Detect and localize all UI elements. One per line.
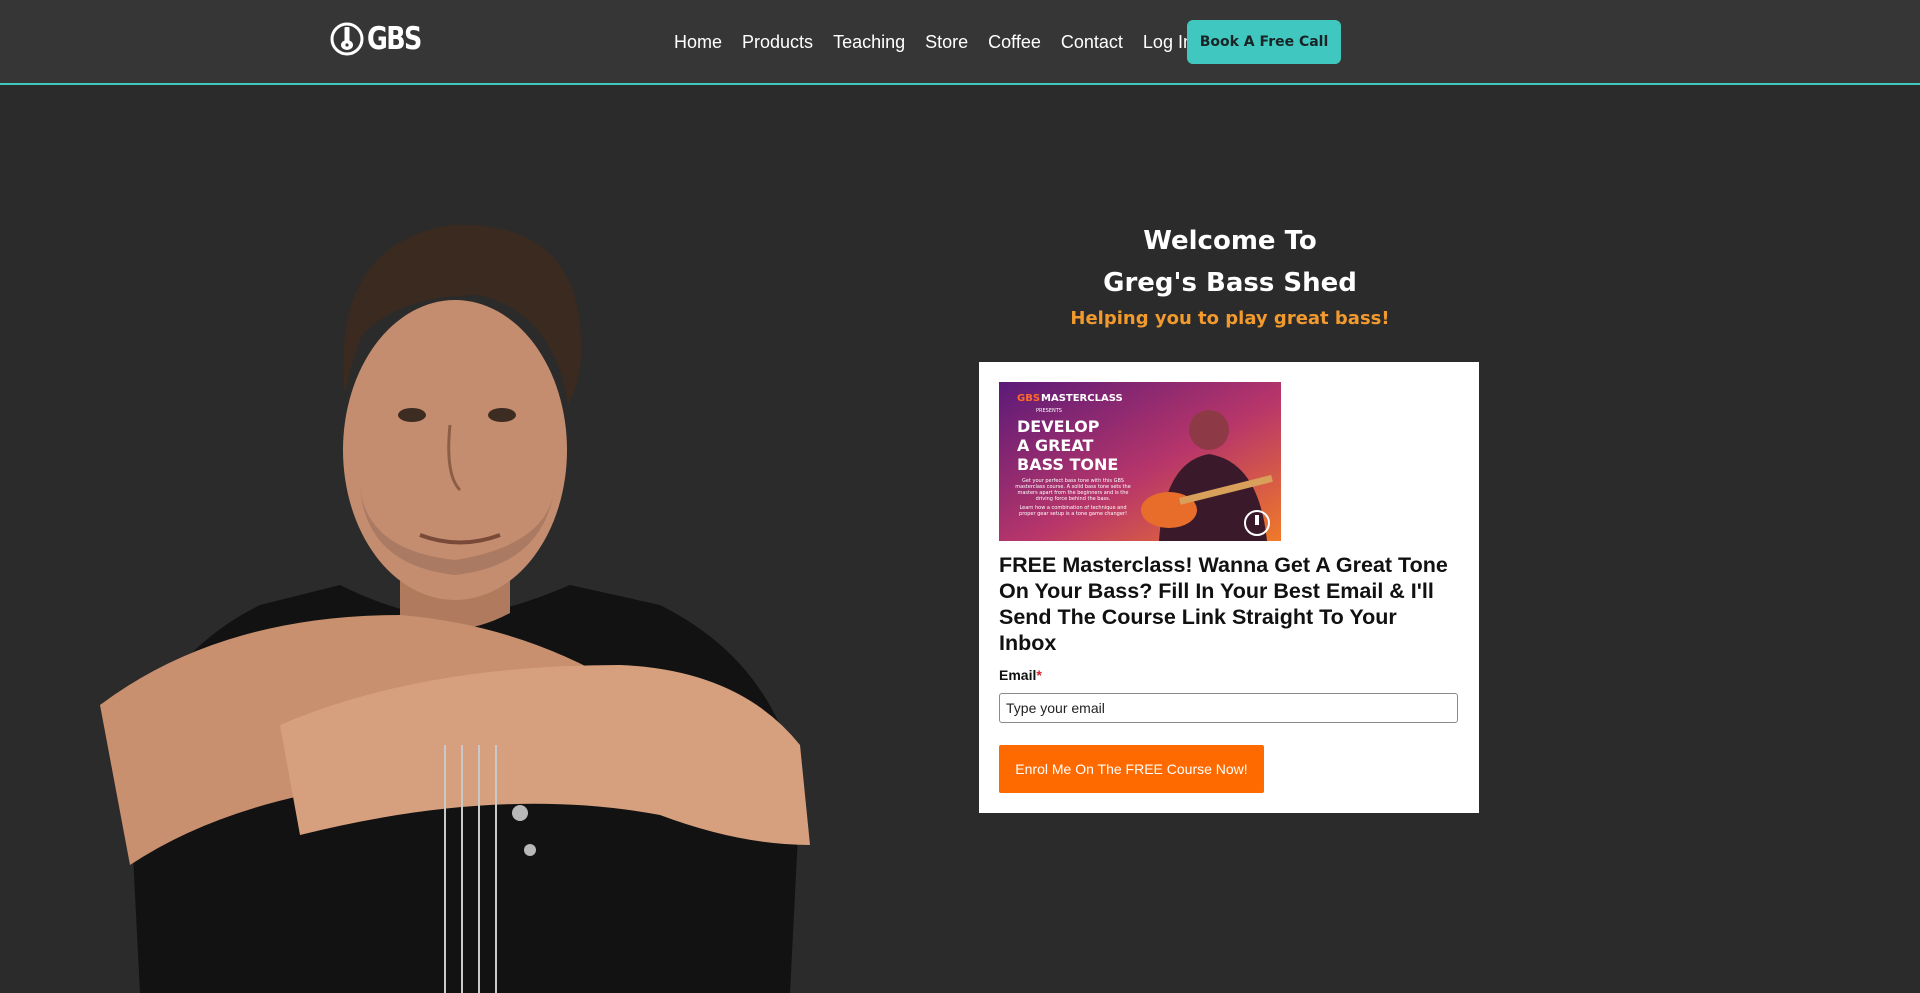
promo-headline-3: BASS TONE bbox=[1017, 455, 1118, 474]
enrol-button[interactable]: Enrol Me On The FREE Course Now! bbox=[999, 745, 1264, 793]
book-call-button[interactable]: Book A Free Call bbox=[1187, 20, 1341, 64]
nav-teaching[interactable]: Teaching bbox=[823, 29, 915, 55]
gbs-logo-icon bbox=[330, 22, 364, 56]
promo-headline-1: DEVELOP bbox=[1017, 417, 1100, 436]
site-header: GBS Home Products Teaching Store Coffee … bbox=[0, 0, 1920, 85]
logo-text: GBS bbox=[367, 21, 422, 57]
promo-headline-2: A GREAT bbox=[1017, 436, 1093, 455]
nav-contact[interactable]: Contact bbox=[1051, 29, 1133, 55]
nav-coffee[interactable]: Coffee bbox=[978, 29, 1051, 55]
signup-form-card: GBS MASTERCLASS PRESENTS DEVELOP A GREAT… bbox=[979, 362, 1479, 813]
email-label: Email* bbox=[999, 667, 1042, 683]
masterclass-promo-image: GBS MASTERCLASS PRESENTS DEVELOP A GREAT… bbox=[999, 382, 1281, 541]
required-asterisk: * bbox=[1036, 667, 1042, 683]
portrait-image bbox=[100, 224, 810, 993]
hero-section: Welcome To Greg's Bass Shed Helping you … bbox=[980, 220, 1480, 329]
form-heading: FREE Masterclass! Wanna Get A Great Tone… bbox=[999, 553, 1448, 655]
promo-brand-gbs: GBS bbox=[1017, 393, 1040, 404]
email-label-text: Email bbox=[999, 667, 1037, 683]
hero-title-line2: Greg's Bass Shed bbox=[1103, 268, 1357, 298]
email-field[interactable] bbox=[999, 693, 1458, 723]
promo-blurb: Get your perfect bass tone with this GBS… bbox=[1015, 478, 1131, 502]
nav-products[interactable]: Products bbox=[732, 29, 823, 55]
promo-presents: PRESENTS bbox=[1036, 408, 1062, 414]
promo-blurb-2: Learn how a combination of technique and… bbox=[1019, 505, 1127, 517]
nav-home[interactable]: Home bbox=[664, 29, 732, 55]
hero-subtitle: Helping you to play great bass! bbox=[1070, 308, 1390, 329]
hero-title-line1: Welcome To bbox=[1143, 226, 1317, 256]
promo-brand-masterclass: MASTERCLASS bbox=[1041, 393, 1123, 404]
main-nav: Home Products Teaching Store Coffee Cont… bbox=[664, 29, 1203, 55]
nav-store[interactable]: Store bbox=[915, 29, 978, 55]
site-logo[interactable]: GBS bbox=[330, 22, 432, 56]
